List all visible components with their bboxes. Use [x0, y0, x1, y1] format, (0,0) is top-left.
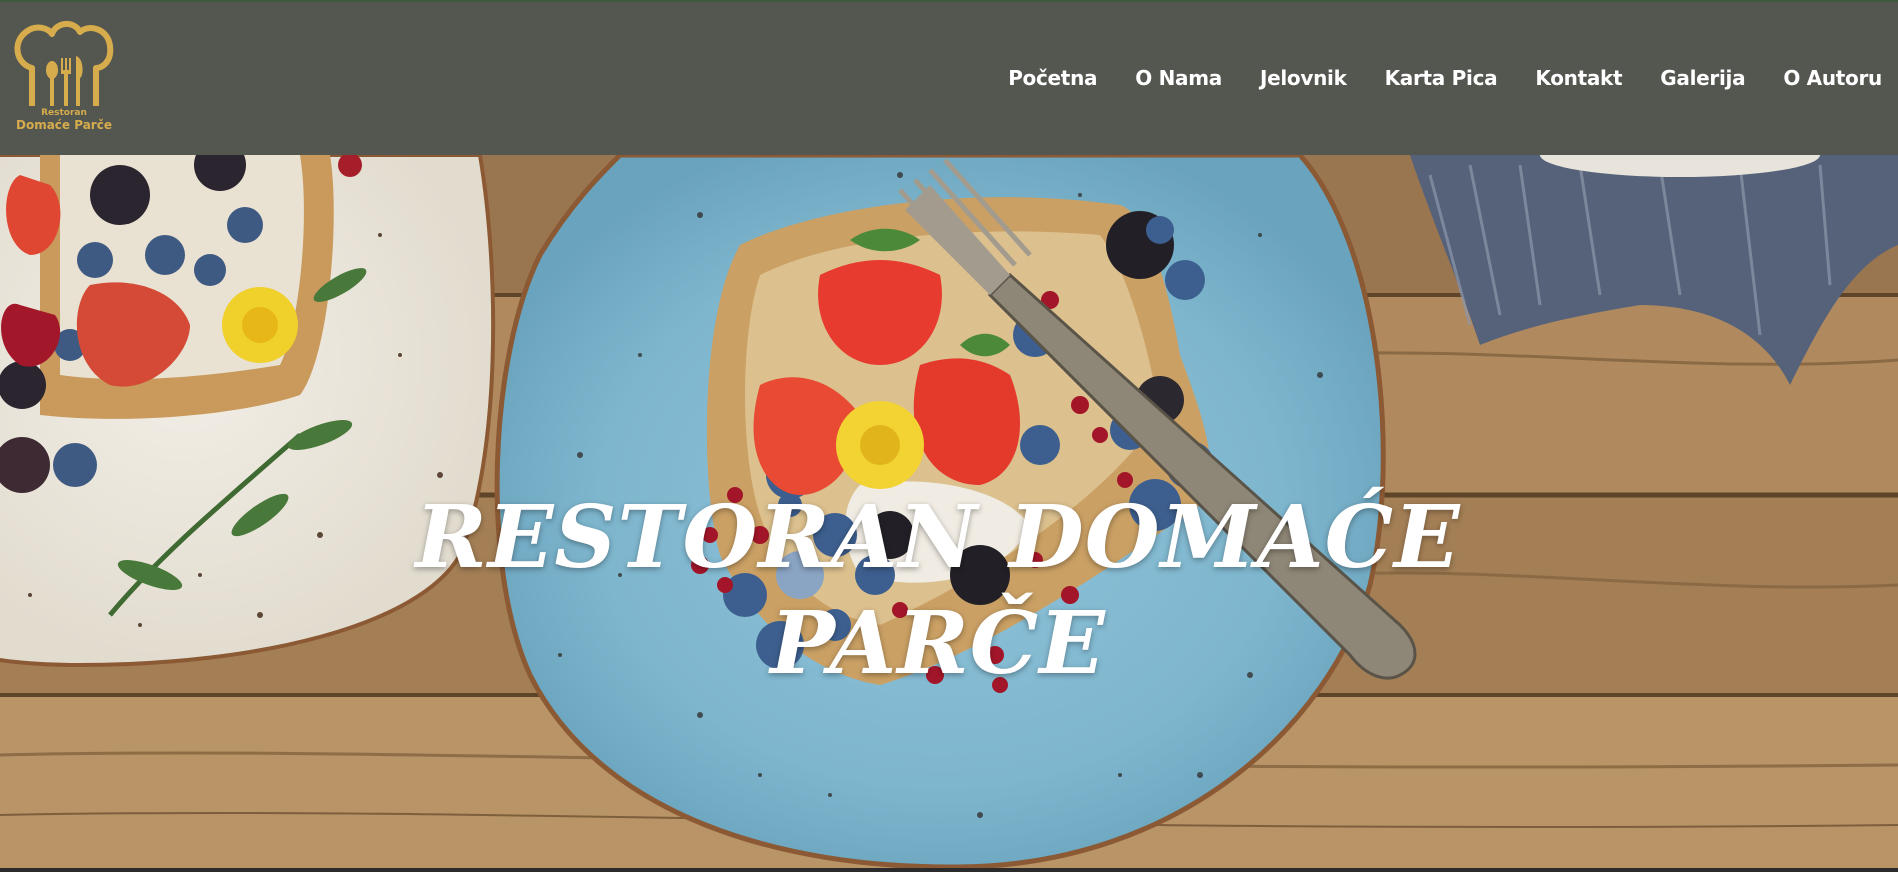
- nav-link-o-nama[interactable]: O Nama: [1116, 66, 1241, 90]
- page-bottom-border: [0, 868, 1898, 872]
- nav-link-pocetna[interactable]: Početna: [989, 66, 1116, 90]
- hero-title: RESTORAN DOMAĆE PARČE: [388, 485, 1488, 697]
- nav-link-karta-pica[interactable]: Karta Pica: [1366, 66, 1517, 90]
- logo-small-text: Restoran: [41, 108, 87, 118]
- logo-brand-text: Domaće Parče: [16, 118, 112, 132]
- nav-link-galerija[interactable]: Galerija: [1641, 66, 1764, 90]
- hero-title-line-2: PARČE: [770, 593, 1106, 694]
- hero-banner: RESTORAN DOMAĆE PARČE: [0, 155, 1898, 872]
- nav-link-kontakt[interactable]: Kontakt: [1516, 66, 1641, 90]
- main-navigation: Početna O Nama Jelovnik Karta Pica Konta…: [989, 66, 1882, 90]
- hero-title-line-1: RESTORAN DOMAĆE: [415, 487, 1461, 588]
- chef-hat-icon: [14, 21, 114, 106]
- restaurant-logo[interactable]: Restoran Domaće Parče: [12, 18, 116, 136]
- nav-link-o-autoru[interactable]: O Autoru: [1764, 66, 1882, 90]
- nav-link-jelovnik[interactable]: Jelovnik: [1241, 66, 1366, 90]
- site-header: Restoran Domaće Parče Početna O Nama Jel…: [0, 0, 1898, 155]
